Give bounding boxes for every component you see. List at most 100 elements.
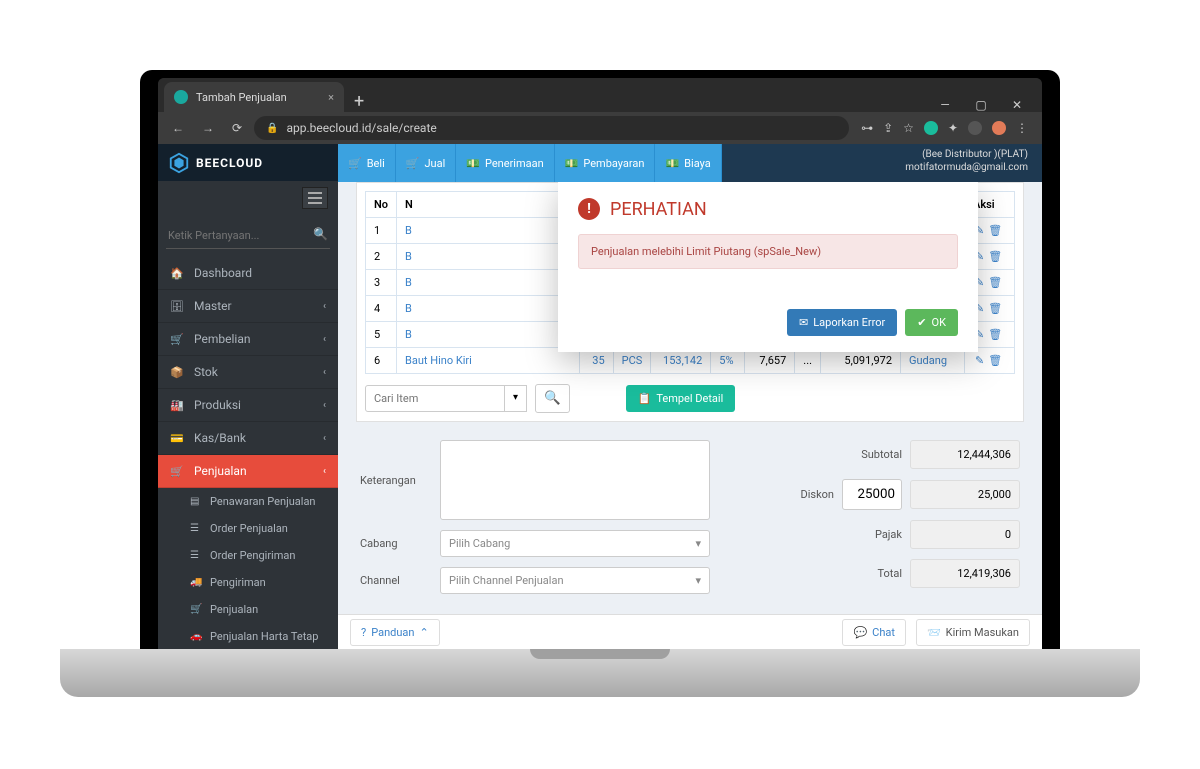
topbar-biaya-button[interactable]: 💵Biaya — [655, 144, 721, 182]
envelope-icon: ✉ — [799, 316, 808, 329]
paste-detail-button[interactable]: 📋Tempel Detail — [626, 385, 736, 412]
forward-button[interactable]: → — [196, 121, 220, 135]
kirim-masukan-button[interactable]: 📨Kirim Masukan — [916, 619, 1030, 646]
window-close-button[interactable]: ✕ — [1002, 98, 1032, 112]
sub-icon: ☰ — [190, 550, 202, 561]
delete-icon[interactable]: 🗑 — [986, 328, 1004, 341]
sidebar: BEECLOUD 🔍 🏠Dashboard🗄Master‹🛒Pembelian‹… — [158, 144, 338, 650]
user-info[interactable]: (Bee Distributor )(PLAT) motifatormuda@g… — [891, 144, 1042, 182]
sub-icon: ☰ — [190, 523, 202, 534]
sub-label: Penjualan — [210, 603, 258, 616]
topbar-icon: 🛒 — [406, 157, 420, 170]
sidebar-subitem[interactable]: ☰Order Penjualan — [158, 515, 338, 542]
chat-button[interactable]: 💬Chat — [842, 619, 906, 646]
nav-icon: 📦 — [170, 366, 184, 379]
sidebar-item-produksi[interactable]: 🏭Produksi‹ — [158, 389, 338, 422]
topbar-pembayaran-button[interactable]: 💵Pembayaran — [555, 144, 656, 182]
favicon-icon — [174, 90, 188, 104]
col-name: N — [397, 192, 580, 218]
item-link[interactable]: B — [405, 250, 412, 263]
star-icon[interactable]: ☆ — [903, 121, 914, 135]
hamburger-icon[interactable] — [302, 187, 328, 209]
profile-icon[interactable] — [992, 121, 1006, 135]
puzzle-icon[interactable]: ✦ — [948, 121, 958, 135]
item-search-input[interactable] — [365, 385, 505, 412]
help-icon: ? — [361, 626, 366, 639]
browser-tab[interactable]: Tambah Penjualan × — [164, 82, 344, 112]
channel-select[interactable]: Pilih Channel Penjualan ▾ — [440, 567, 710, 594]
nav-label: Pembelian — [194, 332, 250, 346]
menu-icon[interactable]: ⋮ — [1016, 121, 1028, 135]
back-button[interactable]: ← — [166, 121, 190, 135]
item-link[interactable]: B — [405, 328, 412, 341]
chevron-left-icon: ‹ — [323, 334, 326, 345]
item-link[interactable]: B — [405, 276, 412, 289]
key-icon[interactable]: ⊶ — [861, 121, 873, 135]
search-button[interactable]: 🔍 — [535, 384, 570, 413]
close-icon[interactable]: × — [328, 91, 334, 104]
extension-icon[interactable] — [924, 121, 938, 135]
attention-modal: ! PERHATIAN Penjualan melebihi Limit Piu… — [558, 182, 978, 352]
chevron-left-icon: ‹ — [323, 400, 326, 411]
logo[interactable]: BEECLOUD — [158, 144, 338, 181]
nav-icon: 🏭 — [170, 399, 184, 412]
sidebar-item-stok[interactable]: 📦Stok‹ — [158, 356, 338, 389]
topbar-penerimaan-button[interactable]: 💵Penerimaan — [456, 144, 554, 182]
sub-label: Pengiriman — [210, 576, 266, 589]
search-input[interactable] — [166, 223, 330, 249]
sidebar-item-dashboard[interactable]: 🏠Dashboard — [158, 257, 338, 290]
sidebar-subitem[interactable]: 🛒Penjualan — [158, 596, 338, 623]
footer-bar: ?Panduan⌃ 💬Chat 📨Kirim Masukan — [338, 614, 1042, 650]
delete-icon[interactable]: 🗑 — [986, 224, 1004, 237]
delete-icon[interactable]: 🗑 — [986, 250, 1004, 263]
item-link[interactable]: B — [405, 224, 412, 237]
item-search-combo: ▾ — [365, 385, 527, 412]
sidebar-subitem[interactable]: ☰Order Pengiriman — [158, 542, 338, 569]
sidebar-subitem[interactable]: ▤Penawaran Penjualan — [158, 488, 338, 515]
total-value: 12,419,306 — [910, 559, 1020, 588]
sidebar-item-kas/bank[interactable]: 💳Kas/Bank‹ — [158, 422, 338, 455]
window-minimize-button[interactable]: — — [930, 98, 960, 112]
topbar-beli-button[interactable]: 🛒Beli — [338, 144, 396, 182]
panduan-button[interactable]: ?Panduan⌃ — [350, 619, 440, 646]
sub-icon: 🚚 — [190, 577, 202, 588]
diskon-label: Diskon — [801, 488, 835, 501]
ok-button[interactable]: ✔OK — [905, 309, 958, 336]
cabang-select[interactable]: Pilih Cabang ▾ — [440, 530, 710, 557]
sub-label: Penjualan Harta Tetap — [210, 630, 318, 643]
sidebar-item-pembelian[interactable]: 🛒Pembelian‹ — [158, 323, 338, 356]
edit-icon[interactable]: ✎ — [973, 354, 986, 367]
share-icon[interactable]: ⇪ — [883, 121, 893, 135]
nav-label: Penjualan — [194, 464, 247, 478]
reload-button[interactable]: ⟳ — [226, 121, 248, 135]
browser-tab-bar: Tambah Penjualan × + — ▢ ✕ — [158, 78, 1042, 112]
url-input[interactable]: 🔒 app.beecloud.id/sale/create — [254, 116, 849, 140]
sidebar-subitem[interactable]: 🚚 Pengiriman — [158, 569, 338, 596]
delete-icon[interactable]: 🗑 — [986, 276, 1004, 289]
report-error-button[interactable]: ✉Laporkan Error — [787, 309, 897, 336]
chevron-left-icon: ‹ — [323, 433, 326, 444]
item-link[interactable]: Baut Hino Kiri — [405, 354, 472, 367]
sidebar-item-penjualan[interactable]: 🛒Penjualan‹ — [158, 455, 338, 488]
url-text: app.beecloud.id/sale/create — [287, 121, 437, 135]
exclamation-icon: ! — [578, 198, 600, 220]
extension-icon-2[interactable] — [968, 121, 982, 135]
search-icon[interactable]: 🔍 — [313, 227, 328, 241]
item-link[interactable]: B — [405, 302, 412, 315]
chevron-left-icon: ‹ — [323, 466, 326, 477]
topbar-jual-button[interactable]: 🛒Jual — [396, 144, 457, 182]
sidebar-subitem[interactable]: 🚗 Penjualan Harta Tetap — [158, 623, 338, 650]
keterangan-textarea[interactable] — [440, 440, 710, 520]
delete-icon[interactable]: 🗑 — [986, 302, 1004, 315]
gudang-link[interactable]: Gudang — [909, 354, 947, 367]
topbar: 🛒Beli🛒Jual💵Penerimaan💵Pembayaran💵Biaya (… — [338, 144, 1042, 182]
new-tab-button[interactable]: + — [344, 91, 374, 112]
chevron-left-icon: ‹ — [323, 367, 326, 378]
delete-icon[interactable]: 🗑 — [986, 354, 1004, 367]
sidebar-item-master[interactable]: 🗄Master‹ — [158, 290, 338, 323]
chevron-down-icon[interactable]: ▾ — [505, 385, 527, 412]
sub-icon: 🚗 — [190, 631, 202, 642]
lock-icon: 🔒 — [266, 123, 278, 134]
window-maximize-button[interactable]: ▢ — [966, 98, 996, 112]
diskon-input[interactable] — [842, 479, 902, 510]
